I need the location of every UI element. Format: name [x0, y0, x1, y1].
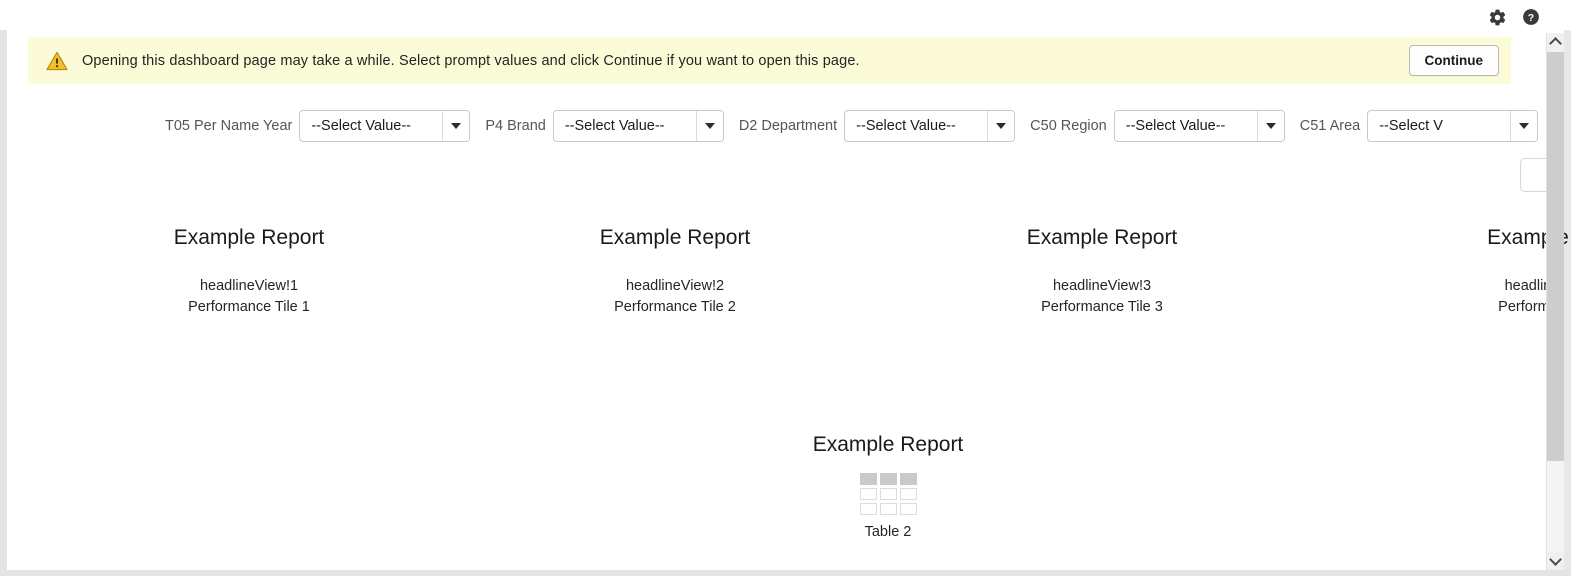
scroll-down-button[interactable] — [1547, 552, 1564, 570]
table-grid-row — [860, 503, 917, 515]
prompt-select-p4-brand[interactable]: --Select Value-- — [553, 110, 724, 142]
table-grid-row — [860, 488, 917, 500]
prompt-selected-value: --Select Value-- — [554, 111, 696, 141]
scroll-up-button[interactable] — [1547, 33, 1564, 51]
report-title: Example — [1363, 225, 1571, 250]
table-grid-cell — [880, 488, 897, 500]
prompt-c51-area: C51 Area --Select V — [1300, 110, 1553, 142]
warning-triangle-icon — [46, 51, 68, 71]
prompt-label: T05 Per Name Year — [165, 118, 292, 134]
prompt-d2-department: D2 Department --Select Value-- — [739, 110, 1030, 142]
top-icon-group: ? — [1487, 7, 1541, 27]
prompt-t05-per-name-year: T05 Per Name Year --Select Value-- — [165, 110, 485, 142]
help-icon[interactable]: ? — [1521, 7, 1541, 27]
report-tile-2: Example Report headlineView!2 Performanc… — [510, 225, 840, 317]
dashboard-warning-banner: Opening this dashboard page may take a w… — [28, 37, 1511, 84]
chevron-down-icon[interactable] — [987, 111, 1014, 141]
prompt-filter-row: T05 Per Name Year --Select Value-- P4 Br… — [165, 110, 1553, 142]
report-view-id: headlineView!3 — [937, 276, 1267, 297]
prompt-select-d2-department[interactable]: --Select Value-- — [844, 110, 1015, 142]
report-tile-4: Example headlin Performa — [1363, 225, 1571, 317]
prompt-selected-value: --Select Value-- — [845, 111, 987, 141]
report-view-id: headlin — [1363, 276, 1571, 297]
report-tile-name: Performance Tile 1 — [84, 297, 414, 318]
table-grid-cell — [880, 503, 897, 515]
report-title: Example Report — [937, 225, 1267, 250]
chevron-down-icon[interactable] — [696, 111, 723, 141]
report-title: Example Report — [723, 432, 1053, 457]
report-view-name: headlineView!3 Performance Tile 3 — [937, 276, 1267, 317]
table-grid-cell — [860, 473, 877, 485]
report-tile-3: Example Report headlineView!3 Performanc… — [937, 225, 1267, 317]
table-grid-row — [860, 473, 917, 485]
report-view-name: headlin Performa — [1363, 276, 1571, 317]
prompt-label: C51 Area — [1300, 118, 1360, 134]
report-view-name: headlineView!1 Performance Tile 1 — [84, 276, 414, 317]
table-grid-cell — [880, 473, 897, 485]
prompt-label: C50 Region — [1030, 118, 1107, 134]
continue-button[interactable]: Continue — [1409, 45, 1500, 76]
prompt-selected-value: --Select Value-- — [1115, 111, 1257, 141]
table-grid-cell — [860, 503, 877, 515]
table-grid-icon — [860, 473, 917, 515]
chevron-down-icon[interactable] — [442, 111, 469, 141]
report-view-name: headlineView!2 Performance Tile 2 — [510, 276, 840, 317]
report-view-id: headlineView!2 — [510, 276, 840, 297]
report-tile-1: Example Report headlineView!1 Performanc… — [84, 225, 414, 317]
prompt-selected-value: --Select Value-- — [300, 111, 442, 141]
chevron-up-icon — [1549, 37, 1562, 50]
table-report-section: Example Report Table 2 — [723, 432, 1053, 540]
report-tile-name: Performance Tile 3 — [937, 297, 1267, 318]
table-grid-cell — [900, 473, 917, 485]
report-tile-name: Performa — [1363, 297, 1571, 318]
prompt-select-c50-region[interactable]: --Select Value-- — [1114, 110, 1285, 142]
report-tile-row: Example Report headlineView!1 Performanc… — [0, 225, 1571, 355]
table-grid-cell — [900, 503, 917, 515]
dashboard-page-frame: ? Opening this dashboard page may take a… — [0, 0, 1571, 576]
frame-edge-bottom — [0, 570, 1571, 576]
prompt-p4-brand: P4 Brand --Select Value-- — [485, 110, 738, 142]
gear-icon[interactable] — [1487, 7, 1507, 27]
prompt-select-c51-area[interactable]: --Select V — [1367, 110, 1538, 142]
prompt-c50-region: C50 Region --Select Value-- — [1030, 110, 1300, 142]
prompt-label: D2 Department — [739, 118, 837, 134]
prompt-select-t05-per-name-year[interactable]: --Select Value-- — [299, 110, 470, 142]
svg-text:?: ? — [1528, 12, 1534, 24]
prompt-label: P4 Brand — [485, 118, 545, 134]
warning-message: Opening this dashboard page may take a w… — [82, 53, 860, 69]
prompt-selected-value: --Select V — [1368, 111, 1510, 141]
top-icon-bar: ? — [0, 0, 1571, 30]
table-caption: Table 2 — [723, 524, 1053, 540]
chevron-down-icon[interactable] — [1257, 111, 1284, 141]
report-title: Example Report — [510, 225, 840, 250]
report-tile-name: Performance Tile 2 — [510, 297, 840, 318]
vertical-scrollbar[interactable] — [1546, 33, 1564, 570]
scrollbar-thumb[interactable] — [1547, 52, 1564, 461]
table-grid-cell — [860, 488, 877, 500]
chevron-down-icon — [1549, 553, 1562, 566]
table-grid-cell — [900, 488, 917, 500]
report-title: Example Report — [84, 225, 414, 250]
chevron-down-icon[interactable] — [1510, 111, 1537, 141]
report-view-id: headlineView!1 — [84, 276, 414, 297]
